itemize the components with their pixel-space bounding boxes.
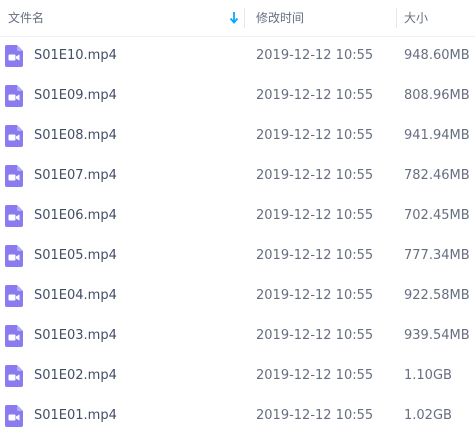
- file-size: 782.46MB: [404, 168, 470, 183]
- video-file-icon: [5, 405, 23, 427]
- file-list-header: 文件名 修改时间 大小: [0, 0, 475, 37]
- video-file-icon: [5, 165, 23, 187]
- column-header-size-label: 大小: [404, 11, 429, 25]
- file-name[interactable]: S01E05.mp4: [34, 237, 117, 277]
- file-name[interactable]: S01E07.mp4: [34, 157, 117, 197]
- file-row[interactable]: S01E01.mp4 2019-12-12 10:55 1.02GB: [0, 397, 475, 436]
- file-row[interactable]: S01E02.mp4 2019-12-12 10:55 1.10GB: [0, 357, 475, 397]
- file-modified-time: 2019-12-12 10:55: [256, 208, 374, 223]
- file-rows: S01E10.mp4 2019-12-12 10:55 948.60MB S01E09…: [0, 37, 475, 436]
- file-modified-time: 2019-12-12 10:55: [256, 368, 374, 383]
- file-name[interactable]: S01E08.mp4: [34, 117, 117, 157]
- video-file-icon: [5, 205, 23, 227]
- file-modified-time: 2019-12-12 10:55: [256, 328, 374, 343]
- file-size: 939.54MB: [404, 328, 470, 343]
- file-list: 文件名 修改时间 大小 S01E10.mp4 2019-12-12 10:55 94…: [0, 0, 475, 436]
- file-size: 922.58MB: [404, 288, 470, 303]
- file-size: 808.96MB: [404, 88, 470, 103]
- video-file-icon: [5, 245, 23, 267]
- file-modified-time: 2019-12-12 10:55: [256, 128, 374, 143]
- file-row[interactable]: S01E10.mp4 2019-12-12 10:55 948.60MB: [0, 37, 475, 77]
- video-file-icon: [5, 85, 23, 107]
- video-file-icon: [5, 285, 23, 307]
- file-row[interactable]: S01E04.mp4 2019-12-12 10:55 922.58MB: [0, 277, 475, 317]
- file-row[interactable]: S01E08.mp4 2019-12-12 10:55 941.94MB: [0, 117, 475, 157]
- column-header-name-label: 文件名: [8, 11, 45, 25]
- file-modified-time: 2019-12-12 10:55: [256, 88, 374, 103]
- column-header-name[interactable]: 文件名: [0, 0, 244, 36]
- arrow-down-icon[interactable]: [229, 11, 239, 25]
- video-file-icon: [5, 365, 23, 387]
- file-row[interactable]: S01E05.mp4 2019-12-12 10:55 777.34MB: [0, 237, 475, 277]
- file-name[interactable]: S01E10.mp4: [34, 37, 117, 77]
- file-modified-time: 2019-12-12 10:55: [256, 288, 374, 303]
- file-size: 777.34MB: [404, 248, 470, 263]
- file-size: 948.60MB: [404, 48, 470, 63]
- file-name[interactable]: S01E01.mp4: [34, 397, 117, 436]
- file-size: 941.94MB: [404, 128, 470, 143]
- file-row[interactable]: S01E03.mp4 2019-12-12 10:55 939.54MB: [0, 317, 475, 357]
- column-header-modified[interactable]: 修改时间: [244, 0, 396, 36]
- file-row[interactable]: S01E09.mp4 2019-12-12 10:55 808.96MB: [0, 77, 475, 117]
- video-file-icon: [5, 325, 23, 347]
- file-modified-time: 2019-12-12 10:55: [256, 168, 374, 183]
- video-file-icon: [5, 45, 23, 67]
- file-row[interactable]: S01E07.mp4 2019-12-12 10:55 782.46MB: [0, 157, 475, 197]
- column-header-modified-label: 修改时间: [256, 11, 305, 25]
- file-size: 702.45MB: [404, 208, 470, 223]
- file-name[interactable]: S01E06.mp4: [34, 197, 117, 237]
- file-modified-time: 2019-12-12 10:55: [256, 408, 374, 423]
- file-size: 1.02GB: [404, 408, 452, 423]
- file-size: 1.10GB: [404, 368, 452, 383]
- file-name[interactable]: S01E09.mp4: [34, 77, 117, 117]
- file-name[interactable]: S01E02.mp4: [34, 357, 117, 397]
- file-name[interactable]: S01E04.mp4: [34, 277, 117, 317]
- file-modified-time: 2019-12-12 10:55: [256, 48, 374, 63]
- file-name[interactable]: S01E03.mp4: [34, 317, 117, 357]
- file-modified-time: 2019-12-12 10:55: [256, 248, 374, 263]
- video-file-icon: [5, 125, 23, 147]
- file-row[interactable]: S01E06.mp4 2019-12-12 10:55 702.45MB: [0, 197, 475, 237]
- column-header-size[interactable]: 大小: [396, 0, 475, 36]
